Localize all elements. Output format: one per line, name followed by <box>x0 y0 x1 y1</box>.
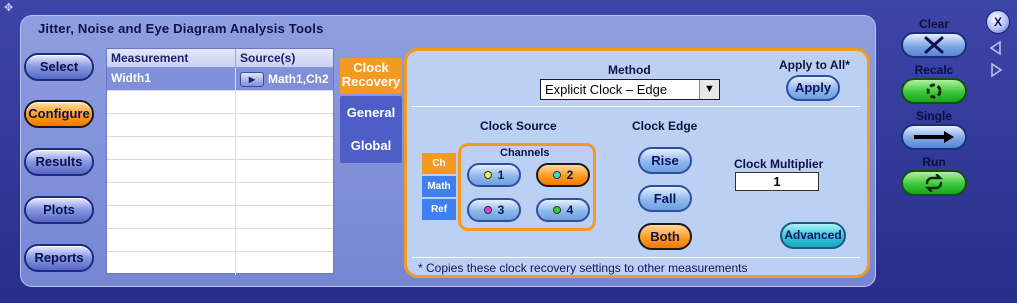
reports-button[interactable]: Reports <box>24 244 94 272</box>
table-row[interactable]: Width1 ▶ Math1,Ch2 <box>107 68 333 91</box>
recalc-label: Recalc <box>914 63 954 77</box>
table-row[interactable] <box>107 160 333 183</box>
clear-button[interactable] <box>901 32 967 58</box>
clear-icon <box>924 36 944 54</box>
table-row[interactable] <box>107 206 333 229</box>
footnote: * Copies these clock recovery settings t… <box>418 261 748 275</box>
channel-1-button[interactable]: 1 <box>467 163 521 187</box>
channel-2-button[interactable]: 2 <box>536 163 590 187</box>
clock-source-label: Clock Source <box>480 119 557 133</box>
advanced-button[interactable]: Advanced <box>780 222 846 249</box>
next-arrow-icon[interactable] <box>988 62 1004 78</box>
recalc-button[interactable] <box>901 78 967 104</box>
select-button[interactable]: Select <box>24 53 94 81</box>
divider <box>412 257 860 258</box>
tab-general[interactable]: General <box>340 96 402 130</box>
divider <box>412 106 860 107</box>
measurement-table: Measurement Source(s) Width1 ▶ Math1,Ch2 <box>106 48 334 275</box>
sources-value: Math1,Ch2 <box>268 72 329 86</box>
move-handle-icon[interactable]: ✥ <box>4 3 13 14</box>
method-dropdown[interactable]: Explicit Clock – Edge ▼ <box>540 79 720 100</box>
clear-label: Clear <box>918 17 950 31</box>
run-label: Run <box>922 155 946 169</box>
configure-button[interactable]: Configure <box>24 100 94 128</box>
edge-rise-button[interactable]: Rise <box>638 147 692 174</box>
edge-fall-button[interactable]: Fall <box>638 185 692 212</box>
source-picker-button[interactable]: ▶ <box>240 71 264 87</box>
close-button[interactable]: X <box>986 10 1010 34</box>
source-tab-ch[interactable]: Ch <box>422 153 456 174</box>
plots-button[interactable]: Plots <box>24 196 94 224</box>
results-button[interactable]: Results <box>24 148 94 176</box>
table-header: Measurement Source(s) <box>107 49 333 68</box>
source-tab-math[interactable]: Math <box>422 176 456 197</box>
column-header-sources: Source(s) <box>240 51 296 65</box>
tab-clock-recovery[interactable]: Clock Recovery <box>340 58 402 94</box>
channel-3-button[interactable]: 3 <box>467 198 521 222</box>
clock-multiplier-input[interactable]: 1 <box>735 172 819 191</box>
window-title: Jitter, Noise and Eye Diagram Analysis T… <box>38 21 324 36</box>
recalc-icon <box>926 83 942 99</box>
measurement-cell: Width1 <box>107 68 236 90</box>
clock-edge-label: Clock Edge <box>632 119 698 133</box>
channel-4-button[interactable]: 4 <box>536 198 590 222</box>
edge-both-button[interactable]: Both <box>638 223 692 250</box>
method-value: Explicit Clock – Edge <box>545 82 668 97</box>
table-row[interactable] <box>107 252 333 275</box>
sources-cell: ▶ Math1,Ch2 <box>236 68 333 90</box>
loop-icon <box>924 174 944 192</box>
table-row[interactable] <box>107 91 333 114</box>
arrow-right-icon <box>914 131 954 143</box>
tab-global[interactable]: Global <box>340 129 402 163</box>
run-button[interactable] <box>901 170 967 196</box>
table-row[interactable] <box>107 114 333 137</box>
method-label: Method <box>608 63 651 77</box>
single-button[interactable] <box>901 124 967 150</box>
channel-4-color-icon <box>552 205 561 214</box>
source-tab-ref[interactable]: Ref <box>422 199 456 220</box>
table-row[interactable] <box>107 183 333 206</box>
channel-3-color-icon <box>483 205 492 214</box>
clock-multiplier-label: Clock Multiplier <box>734 157 824 171</box>
apply-button[interactable]: Apply <box>786 75 840 101</box>
column-header-measurement: Measurement <box>107 49 236 67</box>
previous-arrow-icon[interactable] <box>988 40 1004 56</box>
table-row[interactable] <box>107 137 333 160</box>
single-label: Single <box>915 109 952 123</box>
channel-2-color-icon <box>552 170 561 179</box>
table-row[interactable] <box>107 229 333 252</box>
apply-to-all-label: Apply to All* <box>779 58 850 72</box>
chevron-down-icon: ▼ <box>699 80 719 99</box>
channels-label: Channels <box>500 147 550 159</box>
channel-1-color-icon <box>483 170 492 179</box>
